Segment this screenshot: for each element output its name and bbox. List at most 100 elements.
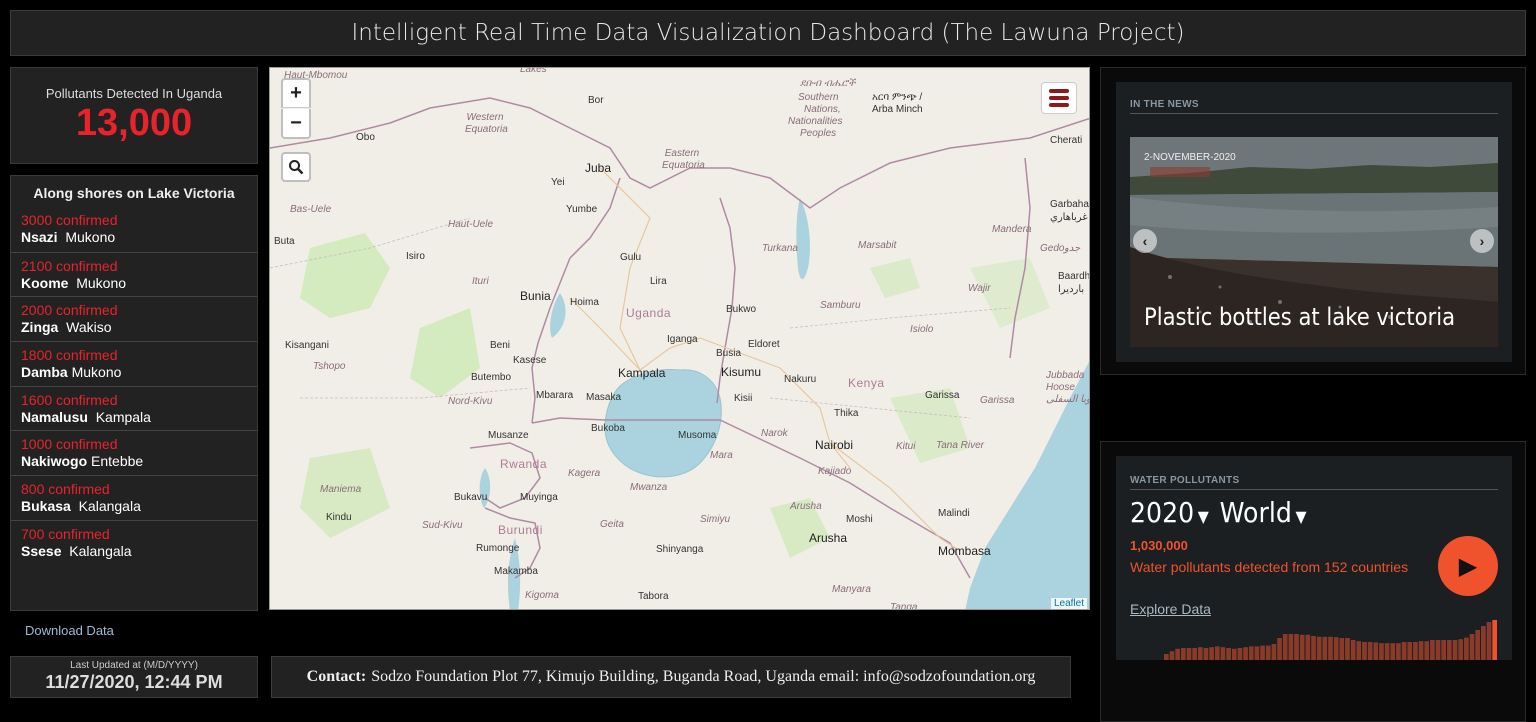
list-item[interactable]: 2100 confirmed Koome Mukono <box>11 251 257 297</box>
map-label: Iganga <box>667 334 698 345</box>
download-data-link[interactable]: Download Data <box>25 623 114 638</box>
list-item[interactable]: 1800 confirmed Damba Mukono <box>11 341 257 386</box>
map-label: Yei <box>551 177 565 188</box>
map-label: Malindi <box>938 508 970 519</box>
map-label: Makamba <box>494 566 538 577</box>
district-name: Mukono <box>71 364 122 381</box>
confirmed-count: 2000 confirmed <box>21 302 118 319</box>
news-next-button[interactable]: › <box>1470 229 1494 253</box>
map-label: Musanze <box>488 430 529 441</box>
map-label: Muyinga <box>520 492 558 503</box>
chart-bar <box>1186 648 1192 660</box>
chart-bar <box>1424 641 1430 660</box>
map-label: Narok <box>761 428 788 439</box>
chart-bar <box>1282 634 1288 660</box>
map-search-button[interactable] <box>281 152 311 182</box>
map-label: Western Equatoria <box>465 112 508 135</box>
map-label: Baardh <box>1058 271 1090 282</box>
district-name: Wakiso <box>66 319 112 336</box>
menu-icon <box>1049 88 1069 109</box>
list-item[interactable]: 3000 confirmed Nsazi Mukono <box>11 207 257 252</box>
map[interactable]: Haut-Mbomou Lakes Western Equatoria Bor … <box>269 67 1090 610</box>
list-item[interactable]: 1000 confirmed Nakiwogo Entebbe <box>11 430 257 475</box>
shore-list-panel: Along shores on Lake Victoria 3000 confi… <box>10 175 258 611</box>
map-label: Kasese <box>513 355 547 366</box>
explore-data-link[interactable]: Explore Data <box>1130 601 1211 617</box>
map-label: Simiyu <box>700 514 731 525</box>
news-caption: Plastic bottles at lake victoria <box>1144 303 1456 331</box>
leaflet-attribution[interactable]: Leaflet <box>1050 598 1087 609</box>
chart-bar <box>1430 640 1435 660</box>
confirmed-count: 700 confirmed <box>21 525 110 542</box>
map-label: Kisangani <box>285 340 329 351</box>
park <box>870 258 920 298</box>
chart-bar <box>1475 630 1481 660</box>
map-label: Eldoret <box>748 339 780 350</box>
zoom-out-button[interactable]: − <box>281 109 311 139</box>
map-label: Rwanda <box>500 457 548 471</box>
map-label: Jubbada Hoose <box>1046 370 1085 393</box>
location: Namalusu Kampala <box>21 408 257 426</box>
map-label: Samburu <box>820 300 861 311</box>
year-select[interactable]: 2020 ▼ <box>1130 496 1220 529</box>
map-label: Kenya <box>848 376 885 390</box>
map-label: Lira <box>650 276 667 287</box>
chart-bar <box>1248 646 1254 660</box>
map-label: Bukoba <box>591 423 625 434</box>
play-button[interactable]: ▶ <box>1438 536 1498 596</box>
chart-bar <box>1328 636 1333 660</box>
chart-bar <box>1356 641 1362 660</box>
shore-list-heading: Along shores on Lake Victoria <box>33 185 235 201</box>
list-item[interactable]: 1600 confirmed Namalusu Kampala <box>11 385 257 431</box>
chart-bar <box>1486 622 1492 660</box>
map-label: Thika <box>834 408 859 419</box>
list-item[interactable]: 2000 confirmed Zinga Wakiso <box>11 296 257 341</box>
map-label: አርባ ምንጭ / <box>872 92 923 103</box>
chart-bar <box>1407 642 1413 660</box>
region-select[interactable]: World ▼ <box>1220 496 1318 529</box>
chart-bar <box>1384 643 1390 660</box>
map-label: Nakuru <box>784 374 817 385</box>
map-label: Yumbe <box>566 204 598 215</box>
map-label: Nord-Kivu <box>448 396 493 407</box>
map-label: Shinyanga <box>656 544 704 555</box>
list-item[interactable]: 700 confirmed Ssese Kalangala <box>11 519 257 565</box>
news-slide[interactable]: 2-NOVEMBER-2020 ‹ › Plastic bottles at l… <box>1130 137 1498 347</box>
news-prev-button[interactable]: ‹ <box>1133 229 1157 253</box>
map-label: Arba Minch <box>872 104 923 115</box>
contact-bar: Contact: Sodzo Foundation Plot 77, Kimuj… <box>271 656 1071 698</box>
place-name: Bukasa <box>21 498 71 515</box>
location: Zinga Wakiso <box>21 318 257 336</box>
map-label: Tshopo <box>313 361 346 372</box>
map-label: Marsabit <box>858 240 897 251</box>
confirmed-count: 2100 confirmed <box>21 257 118 274</box>
map-label: Maniema <box>320 484 362 495</box>
map-label: Bukwo <box>726 304 757 315</box>
map-label: Isiro <box>406 251 425 262</box>
zoom-in-button[interactable]: + <box>281 78 311 108</box>
map-label: Garissa <box>925 390 960 401</box>
water-section-label: WATER POLLUTANTS <box>1130 475 1498 490</box>
chart-bar <box>1367 642 1373 660</box>
map-label: Tana River <box>936 440 984 451</box>
district-name: Mukono <box>76 274 127 291</box>
dashboard-title: Intelligent Real Time Data Visualization… <box>10 10 1526 56</box>
park <box>300 233 390 318</box>
confirmed-count: 1800 confirmed <box>21 347 118 364</box>
chart-bar <box>1350 640 1356 660</box>
district-name: Kampala <box>95 408 151 425</box>
chart-bar <box>1277 638 1282 660</box>
map-label: Buta <box>274 236 295 247</box>
map-label: Garbaha <box>1050 199 1089 210</box>
shore-list: 3000 confirmed Nsazi Mukono 2100 confirm… <box>11 207 257 565</box>
lake-albert <box>550 293 566 338</box>
chart-bar <box>1214 646 1220 660</box>
place-name: Damba <box>21 364 68 381</box>
map-label: Nations, <box>804 104 841 115</box>
chart-bar <box>1237 648 1243 660</box>
list-item[interactable]: 800 confirmed Bukasa Kalangala <box>11 475 257 520</box>
chart-bar <box>1164 654 1169 660</box>
layers-menu-button[interactable] <box>1041 82 1077 114</box>
map-label: Peoples <box>800 128 837 139</box>
chart-bar <box>1294 634 1299 660</box>
